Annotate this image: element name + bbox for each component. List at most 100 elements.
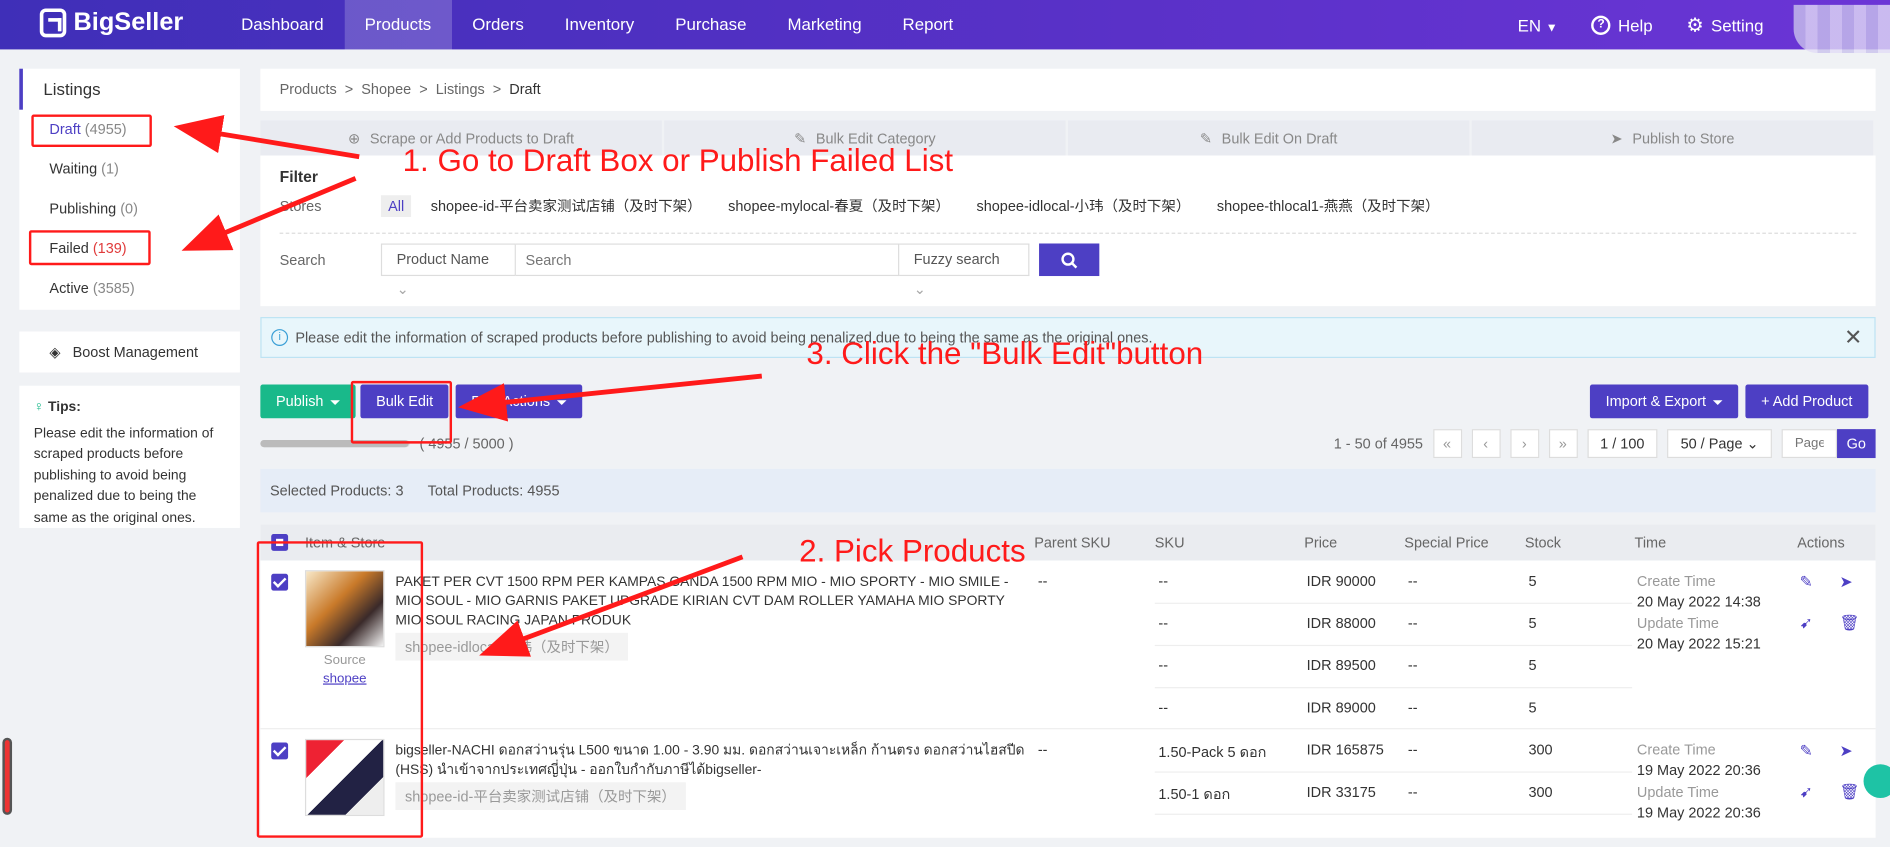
bigseller-logo-icon: [39, 8, 67, 38]
caret-down-icon: [329, 399, 340, 405]
main-content: Products > Shopee > Listings > Draft ⊕ Sc…: [260, 68, 1876, 838]
page-indicator: 1 / 100: [1586, 429, 1658, 459]
step-bulk-edit-draft: ✎ Bulk Edit On Draft: [1067, 120, 1470, 156]
search-row: Search Product Name ⌄ Fuzzy search ⌄: [280, 243, 1857, 298]
edit-icon[interactable]: ✎: [1800, 573, 1817, 591]
info-icon: i: [271, 329, 289, 346]
per-page-select[interactable]: 50 / Page ⌄: [1667, 429, 1772, 459]
products-table: Item & Store Parent SKU SKU Price Specia…: [260, 524, 1876, 838]
annotation-step-1: 1. Go to Draft Box or Publish Failed Lis…: [402, 142, 954, 179]
caret-down-icon: [1712, 399, 1723, 405]
chevron-down-icon: ⌄: [396, 280, 409, 298]
highlight-draft: [31, 114, 152, 148]
nav-marketing[interactable]: Marketing: [767, 0, 882, 49]
nav-report[interactable]: Report: [882, 0, 974, 49]
sidebar-item-publishing[interactable]: Publishing (0): [19, 189, 240, 229]
annotation-step-2: 2. Pick Products: [799, 532, 1026, 569]
sidebar-item-waiting[interactable]: Waiting (1): [19, 149, 240, 189]
tips-box: ♀ Tips: Please edit the information of s…: [19, 385, 240, 528]
question-circle-icon: ?: [1591, 15, 1611, 35]
scroll-indicator[interactable]: [2, 737, 13, 815]
edit-icon: ✎: [1199, 129, 1213, 147]
plus-circle-icon: ⊕: [348, 129, 361, 147]
language-selector[interactable]: EN ▼: [1518, 15, 1558, 34]
search-icon: [1061, 251, 1078, 268]
breadcrumb-listings[interactable]: Listings: [436, 81, 485, 98]
breadcrumb-draft: Draft: [509, 80, 541, 98]
layers-icon: ◈: [49, 343, 61, 361]
chevron-down-icon: ▼: [1545, 21, 1558, 35]
edit-icon[interactable]: ✎: [1800, 741, 1817, 759]
prev-page-button[interactable]: ‹: [1471, 429, 1501, 459]
publish-settings-icon[interactable]: ➹: [1800, 782, 1817, 800]
gear-icon: ⚙: [1686, 15, 1704, 36]
search-mode-select[interactable]: Fuzzy search ⌄: [899, 243, 1030, 298]
tips-text: Please edit the information of scraped p…: [33, 426, 214, 525]
search-input[interactable]: [515, 243, 900, 277]
highlight-bulk-edit: [350, 380, 453, 444]
search-field-select[interactable]: Product Name ⌄: [380, 243, 516, 298]
nav-products[interactable]: Products: [344, 0, 452, 50]
last-page-button[interactable]: »: [1548, 429, 1578, 459]
product-title[interactable]: PAKET PER CVT 1500 RPM PER KAMPAS GANDA …: [395, 573, 1016, 631]
main-nav: Dashboard Products Orders Inventory Purc…: [221, 0, 974, 50]
toolbar: Publish Bulk Edit Bulk Actions Import & …: [260, 384, 1875, 419]
top-navigation-bar: BigSeller Dashboard Products Orders Inve…: [0, 0, 1890, 54]
send-icon: ➤: [1610, 129, 1623, 147]
top-right-menu: EN ▼ ? Help ⚙ Setting: [1518, 0, 1764, 49]
listings-menu: Listings Draft (4955) Waiting (1) Publis…: [19, 68, 240, 310]
close-icon[interactable]: ✕: [1844, 325, 1862, 350]
caret-down-icon: [556, 399, 567, 405]
pager-row: ( 4955 / 5000 ) 1 - 50 of 4955 « ‹ › » 1…: [260, 429, 1876, 459]
store-option[interactable]: shopee-idlocal-小玮（及时下架）: [969, 193, 1197, 218]
page-input[interactable]: [1781, 429, 1838, 459]
nav-dashboard[interactable]: Dashboard: [221, 0, 345, 49]
help-link[interactable]: ? Help: [1591, 15, 1653, 35]
publish-icon[interactable]: ➤: [1839, 741, 1856, 759]
trash-icon[interactable]: 🗑: [1839, 782, 1859, 800]
publish-icon[interactable]: ➤: [1839, 573, 1856, 591]
highlight-failed: [28, 230, 151, 266]
lightbulb-icon: ♀: [33, 400, 45, 415]
nav-orders[interactable]: Orders: [452, 0, 545, 49]
import-export-button[interactable]: Import & Export: [1589, 384, 1738, 419]
setting-link[interactable]: ⚙ Setting: [1686, 13, 1763, 37]
search-button[interactable]: [1039, 243, 1100, 277]
publish-button[interactable]: Publish: [260, 384, 356, 419]
go-button[interactable]: Go: [1837, 429, 1876, 459]
store-option[interactable]: shopee-thlocal1-燕燕（及时下架）: [1210, 193, 1447, 218]
table-row: bigseller-NACHI ดอกสว่านรุ่น L500 ขนาด 1…: [260, 729, 1875, 837]
pagination: 1 - 50 of 4955 « ‹ › » 1 / 100 50 / Page…: [1333, 429, 1876, 459]
selection-summary: Selected Products: 3 Total Products: 495…: [260, 468, 1876, 513]
add-product-button[interactable]: + Add Product: [1745, 384, 1869, 419]
listings-title: Listings: [19, 68, 240, 110]
chevron-down-icon: ⌄: [1746, 435, 1759, 453]
sidebar-item-active[interactable]: Active (3585): [19, 269, 240, 309]
product-title[interactable]: bigseller-NACHI ดอกสว่านรุ่น L500 ขนาด 1…: [395, 741, 1028, 780]
first-page-button[interactable]: «: [1432, 429, 1462, 459]
next-page-button[interactable]: ›: [1509, 429, 1539, 459]
annotation-step-3: 3. Click the "Bulk Edit"button: [806, 335, 1204, 372]
chat-support-icon[interactable]: [1863, 764, 1890, 798]
chevron-down-icon: ⌄: [913, 280, 926, 298]
highlight-checkboxes: [256, 541, 424, 838]
breadcrumb-products[interactable]: Products: [280, 81, 337, 98]
store-option[interactable]: shopee-id-平台卖家测试店铺（及时下架）: [424, 193, 709, 218]
publish-settings-icon[interactable]: ➹: [1800, 614, 1817, 632]
store-tag: shopee-id-平台卖家测试店铺（及时下架）: [395, 782, 686, 811]
bulk-actions-button[interactable]: Bulk Actions: [455, 384, 582, 419]
page-range: 1 - 50 of 4955: [1333, 435, 1423, 453]
brand-name: BigSeller: [73, 8, 184, 37]
trash-icon[interactable]: 🗑: [1839, 614, 1859, 632]
stores-filter: Stores All shopee-id-平台卖家测试店铺（及时下架） shop…: [280, 193, 1857, 218]
breadcrumb: Products > Shopee > Listings > Draft: [260, 68, 1876, 111]
breadcrumb-shopee[interactable]: Shopee: [361, 81, 411, 98]
step-publish: ➤ Publish to Store: [1471, 120, 1874, 156]
store-option[interactable]: shopee-mylocal-春夏（及时下架）: [721, 193, 957, 218]
nav-inventory[interactable]: Inventory: [544, 0, 654, 49]
avatar[interactable]: [1793, 4, 1890, 54]
store-all[interactable]: All: [380, 194, 412, 217]
nav-purchase[interactable]: Purchase: [655, 0, 767, 49]
boost-management[interactable]: ◈ Boost Management: [19, 331, 240, 373]
bigseller-logo[interactable]: BigSeller: [39, 8, 184, 38]
